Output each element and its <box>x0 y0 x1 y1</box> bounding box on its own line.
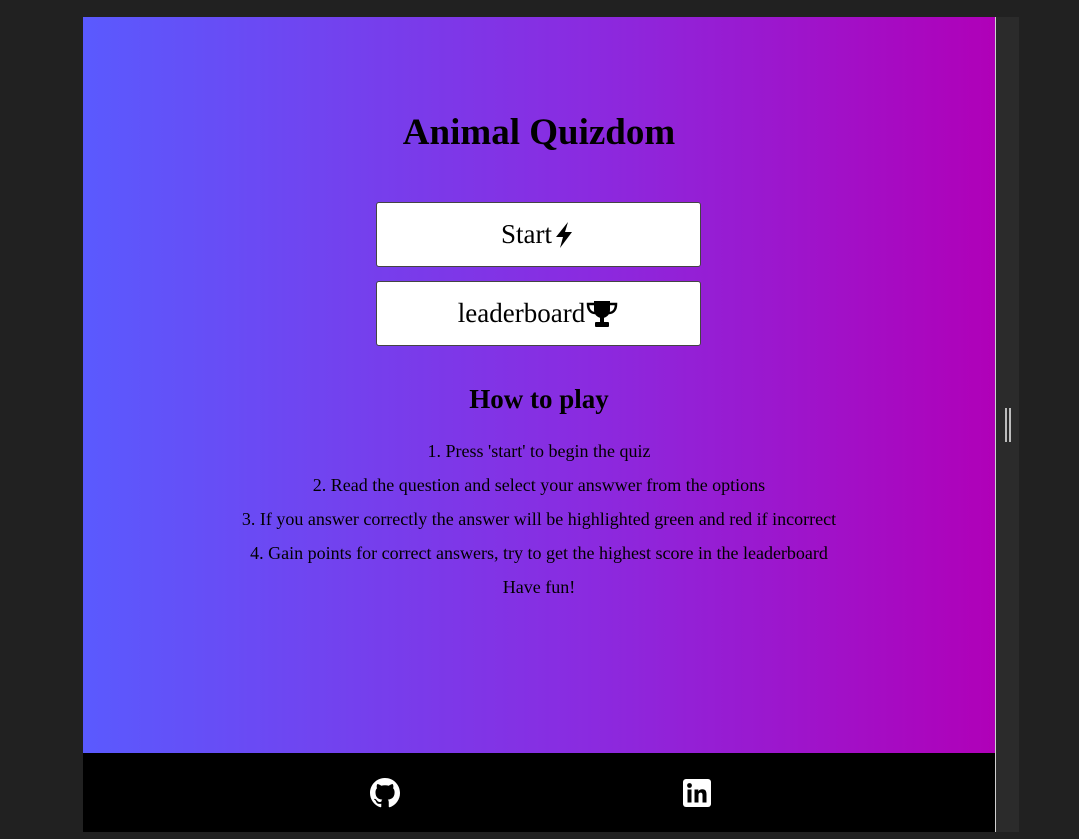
start-button-label: Start <box>501 219 552 249</box>
github-icon <box>370 778 400 808</box>
step-2: 2. Read the question and select your ans… <box>312 475 766 495</box>
leaderboard-button-label: leaderboard <box>457 298 586 328</box>
step-3: 3. If you answer correctly the answer wi… <box>241 509 837 529</box>
leaderboard-button[interactable]: leaderboard <box>376 281 701 346</box>
linkedin-icon <box>683 779 711 807</box>
step-1: 1. Press 'start' to begin the quiz <box>427 441 651 461</box>
start-button[interactable]: Start <box>376 202 701 267</box>
step-4: 4. Gain points for correct answers, try … <box>250 543 828 563</box>
page-title: Animal Quizdom <box>402 112 676 153</box>
closing-note: Have fun! <box>502 577 576 597</box>
main-section: Animal Quizdom Start leaderboard How to … <box>83 17 995 753</box>
how-to-play-steps: 1. Press 'start' to begin the quiz 2. Re… <box>83 437 995 607</box>
how-to-play-heading: How to play <box>469 384 609 414</box>
page-viewport: Animal Quizdom Start leaderboard How to … <box>83 17 995 832</box>
footer <box>83 753 995 832</box>
resize-grip[interactable] <box>1005 408 1011 442</box>
trophy-icon <box>585 300 619 328</box>
lightning-bolt-icon <box>552 221 576 249</box>
linkedin-link[interactable] <box>681 777 713 809</box>
side-panel-scrollbar[interactable] <box>996 17 1019 832</box>
github-link[interactable] <box>369 777 401 809</box>
